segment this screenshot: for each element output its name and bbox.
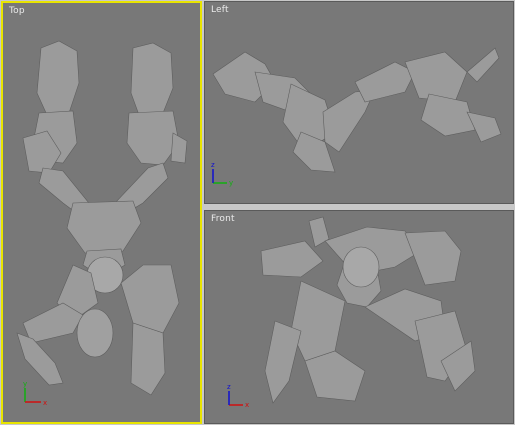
axis-y-label: y bbox=[23, 380, 27, 388]
axis-z-label: z bbox=[211, 161, 215, 169]
axis-x-label: x bbox=[43, 399, 47, 407]
axis-z-label: z bbox=[227, 383, 231, 391]
axis-gizmo-front: x z bbox=[223, 381, 253, 411]
viewport-front[interactable]: Front x z bbox=[204, 210, 514, 424]
axis-gizmo-left: y z bbox=[207, 159, 237, 189]
character-model-left bbox=[212, 47, 502, 173]
viewport-left[interactable]: Left y z bbox=[204, 1, 514, 204]
axis-gizmo-top: y x bbox=[19, 378, 49, 408]
axis-x-label: x bbox=[245, 401, 249, 409]
character-model-top bbox=[16, 40, 188, 396]
axis-y-label: y bbox=[229, 179, 233, 187]
viewport-top[interactable]: Top y x bbox=[1, 1, 202, 424]
